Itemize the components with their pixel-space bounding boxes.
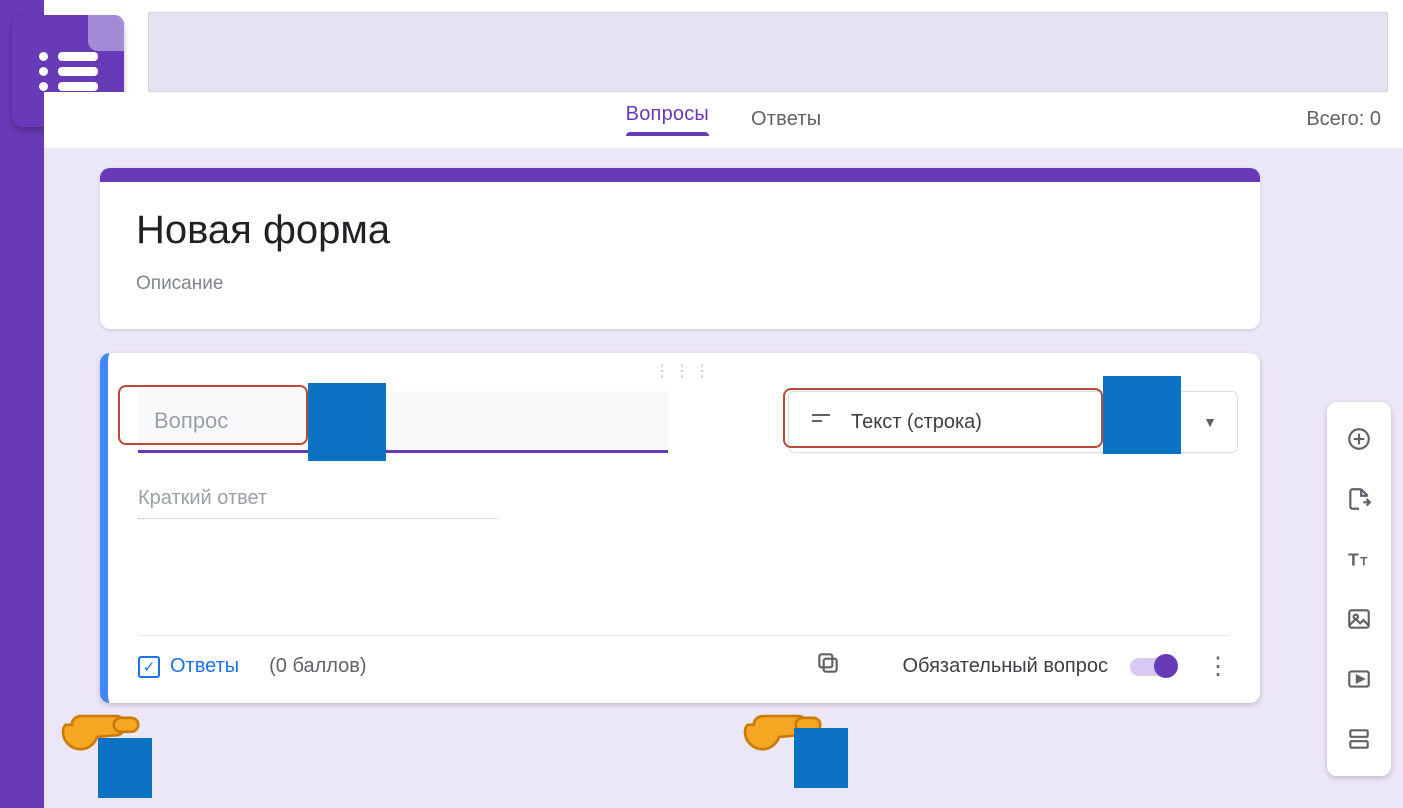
form-title[interactable]: Новая форма [136, 208, 1224, 253]
question-footer: ✓ Ответы (0 баллов) Обязательный вопрос … [138, 635, 1230, 683]
svg-text:T: T [1360, 555, 1368, 569]
tabs-row: Вопросы Ответы Всего: 0 [44, 92, 1403, 148]
question-type-select[interactable]: Текст (строка) ▼ [788, 391, 1238, 453]
import-questions-button[interactable] [1344, 484, 1374, 514]
form-header-card: Новая форма Описание [100, 168, 1260, 329]
duplicate-icon[interactable] [815, 650, 841, 683]
add-image-button[interactable] [1344, 604, 1374, 634]
add-title-button[interactable]: T T [1344, 544, 1374, 574]
question-type-label: Текст (строка) [851, 411, 982, 434]
answer-key-label: Ответы [170, 655, 239, 678]
annotation-marker [308, 383, 386, 461]
chevron-down-icon: ▼ [1203, 414, 1217, 430]
question-text-input[interactable] [154, 408, 652, 434]
editor-surface: Вопросы Ответы Всего: 0 Новая форма Опис… [44, 92, 1403, 808]
question-card: ⋮⋮⋮ Текст (строка) ▼ [100, 353, 1260, 703]
add-section-button[interactable] [1344, 724, 1374, 754]
question-input-wrap [138, 391, 668, 453]
add-video-button[interactable] [1344, 664, 1374, 694]
short-text-icon [809, 407, 833, 437]
checkbox-icon: ✓ [138, 656, 160, 678]
more-options-icon[interactable]: ⋮ [1206, 652, 1230, 681]
tab-questions[interactable]: Вопросы [622, 93, 713, 146]
side-toolbar: T T [1327, 402, 1391, 776]
points-label: (0 баллов) [269, 655, 366, 678]
tab-answers[interactable]: Ответы [747, 98, 825, 141]
answer-key-button[interactable]: ✓ Ответы [138, 655, 239, 678]
form-description[interactable]: Описание [136, 273, 1224, 295]
annotation-marker [794, 728, 848, 788]
annotation-marker [98, 738, 152, 798]
required-toggle[interactable] [1130, 658, 1176, 676]
total-points-label: Всего: 0 [1306, 108, 1381, 131]
header-banner [148, 12, 1388, 92]
annotation-marker [1103, 376, 1181, 454]
drag-handle-icon[interactable]: ⋮⋮⋮ [654, 361, 714, 381]
required-label: Обязательный вопрос [903, 655, 1109, 678]
svg-text:T: T [1348, 550, 1359, 570]
add-question-button[interactable] [1344, 424, 1374, 454]
short-answer-preview: Краткий ответ [138, 487, 498, 519]
